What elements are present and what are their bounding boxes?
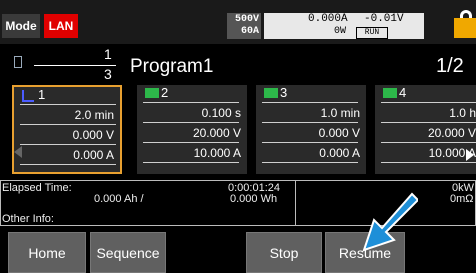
measured-power: 0W bbox=[334, 26, 347, 37]
program-name: Program1 bbox=[130, 56, 214, 77]
measured-voltage: -0.01V bbox=[364, 13, 404, 25]
divider bbox=[381, 162, 476, 163]
divider bbox=[381, 102, 476, 103]
program-total: 3 bbox=[104, 66, 112, 82]
divider bbox=[381, 122, 476, 123]
sequence-button[interactable]: Sequence bbox=[90, 232, 166, 273]
divider bbox=[262, 162, 358, 163]
elapsed-time-label: Elapsed Time: bbox=[2, 182, 72, 194]
ah-value: 0.000 Ah / bbox=[94, 193, 144, 205]
wh-value: 0.000 Wh bbox=[230, 193, 278, 205]
step-time: 0.100 s bbox=[201, 106, 241, 120]
step-card-3[interactable]: 3 1.0 min 0.000 V 0.000 A bbox=[256, 85, 366, 174]
range-indicator: 500V 60A bbox=[227, 13, 261, 39]
battery-icon bbox=[264, 88, 278, 98]
divider bbox=[262, 102, 358, 103]
step-voltage: 0.000 V bbox=[72, 128, 114, 142]
divider bbox=[143, 142, 239, 143]
scroll-right-icon[interactable] bbox=[466, 149, 474, 161]
step-number: 2 bbox=[161, 85, 169, 100]
battery-icon bbox=[383, 88, 397, 98]
measured-current: 0.000A bbox=[308, 13, 348, 25]
step-card-1[interactable]: 1 2.0 min 0.000 V 0.000 A bbox=[12, 85, 122, 174]
divider bbox=[20, 144, 116, 145]
home-button[interactable]: Home bbox=[8, 232, 86, 273]
step-current: 0.000 A bbox=[73, 148, 114, 162]
divider bbox=[381, 142, 476, 143]
step-time: 2.0 min bbox=[74, 108, 114, 122]
battery-icon bbox=[145, 88, 159, 98]
divider bbox=[143, 102, 239, 103]
pointer-arrow-icon bbox=[362, 192, 418, 252]
step-number: 4 bbox=[399, 85, 407, 100]
step-card-4[interactable]: 4 1.0 h 20.000 V 10.000 A bbox=[375, 85, 476, 174]
step-time: 1.0 min bbox=[320, 106, 360, 120]
divider bbox=[143, 122, 239, 123]
other-info-label: Other Info: bbox=[2, 213, 54, 225]
scroll-left-icon[interactable] bbox=[14, 146, 22, 158]
divider bbox=[20, 164, 116, 165]
step-number: 3 bbox=[280, 85, 288, 100]
step-current: 0.000 A bbox=[319, 146, 360, 160]
divider bbox=[20, 124, 116, 125]
divider bbox=[20, 104, 116, 105]
unlock-icon[interactable] bbox=[454, 18, 476, 38]
run-status-badge: RUN bbox=[356, 27, 388, 39]
stop-button[interactable]: Stop bbox=[246, 232, 322, 273]
divider bbox=[262, 142, 358, 143]
step-number: 1 bbox=[38, 87, 46, 102]
measurement-display: 0.000A -0.01V 0W RUN bbox=[264, 13, 424, 39]
divider bbox=[262, 122, 358, 123]
program-icon bbox=[14, 56, 22, 68]
divider bbox=[143, 162, 239, 163]
step-current: 10.000 A bbox=[193, 146, 241, 160]
ramp-icon bbox=[22, 90, 34, 102]
ohm-value: 0mΩ bbox=[450, 193, 474, 205]
step-voltage: 20.000 V bbox=[192, 126, 241, 140]
range-current: 60A bbox=[240, 26, 259, 37]
step-voltage: 0.000 V bbox=[318, 126, 360, 140]
range-voltage: 500V bbox=[234, 14, 259, 25]
program-number: 1 bbox=[104, 46, 112, 62]
step-voltage: 20.000 V bbox=[427, 126, 476, 140]
lan-indicator: LAN bbox=[44, 14, 78, 38]
step-time: 1.0 h bbox=[449, 106, 476, 120]
step-card-2[interactable]: 2 0.100 s 20.000 V 10.000 A bbox=[137, 85, 247, 174]
page-indicator: 1/2 bbox=[436, 55, 464, 77]
mode-button[interactable]: Mode bbox=[2, 14, 40, 38]
